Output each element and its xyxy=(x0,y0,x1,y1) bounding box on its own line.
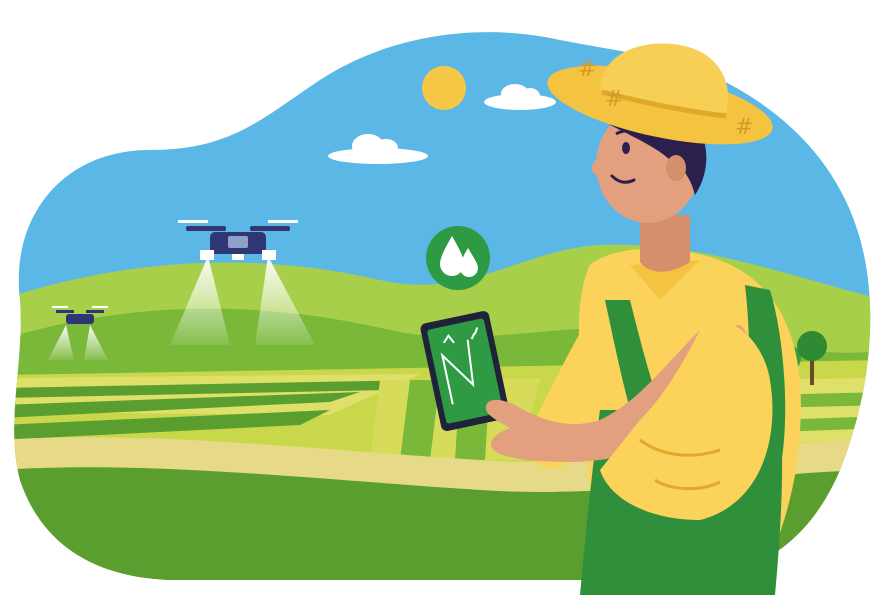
water-drops-icon xyxy=(426,226,490,290)
svg-text:#: # xyxy=(578,57,596,82)
svg-text:#: # xyxy=(605,87,623,112)
sun-icon xyxy=(422,66,466,110)
svg-text:#: # xyxy=(735,115,753,140)
farm-illustration: # # # xyxy=(0,0,885,595)
